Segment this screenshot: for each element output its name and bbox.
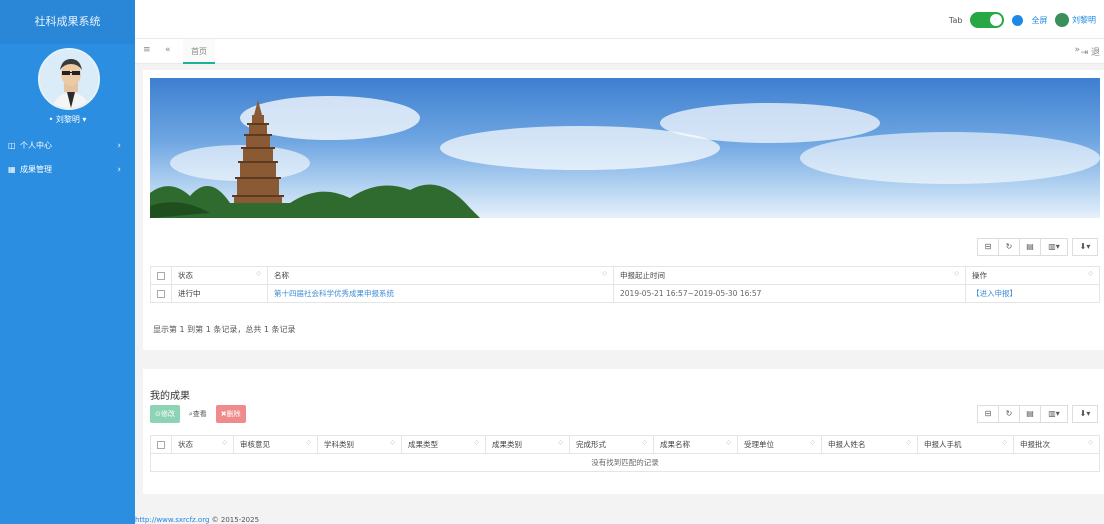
cell-period: 2019-05-21 16:57~2019-05-30 16:57 xyxy=(613,284,966,303)
my-results-table: 状态 ◇ 审核意见 ◇ 学科类别 ◇ 成果类型 ◇ 成果类别 ◇ 完成形式 ◇ 成果名称 ◇ … xyxy=(150,435,1100,472)
theme-dot-icon[interactable] xyxy=(1012,14,1024,26)
apply-table: 状态 ◇ 名称 ◇ 申报起止时间 ◇ 操作 ◇ 进行中 第十四届社会科学优秀成果申报系统… xyxy=(150,266,1100,303)
column-header-period[interactable]: 申报起止时间 ◇ xyxy=(613,266,966,285)
sidebar-item-personal-center[interactable]: ◫ 个人中心 › xyxy=(0,134,135,158)
select-all-checkbox[interactable] xyxy=(150,266,172,285)
toggle-view-icon[interactable]: ⊟ xyxy=(977,405,999,423)
table-row-empty: 没有找到匹配的记录 xyxy=(150,453,1100,472)
column-header-subject[interactable]: 学科类别 ◇ xyxy=(317,435,402,454)
column-header-completion-form[interactable]: 完成形式 ◇ xyxy=(569,435,654,454)
sidebar-menu: ◫ 个人中心 › ▦ 成果管理 › xyxy=(0,134,135,182)
refresh-icon[interactable]: ↻ xyxy=(998,238,1020,256)
export-icon[interactable]: ⬇▾ xyxy=(1072,405,1098,423)
table-header: 状态 ◇ 审核意见 ◇ 学科类别 ◇ 成果类型 ◇ 成果类别 ◇ 完成形式 ◇ 成果名称 ◇ … xyxy=(150,435,1100,454)
apply-panel: ⊟ ↻ ▤ ▥▾ ⬇▾ 状态 ◇ 名称 ◇ 申报起止时间 ◇ 操作 ◇ 进行中 第十四届… xyxy=(143,70,1104,350)
my-results-title: 我的成果 xyxy=(150,391,190,402)
tabs-bar: ≡ « 首页 » ⇥ 退 xyxy=(135,38,1104,64)
columns-icon[interactable]: ▥▾ xyxy=(1040,405,1068,423)
table-header: 状态 ◇ 名称 ◇ 申报起止时间 ◇ 操作 ◇ xyxy=(150,266,1100,285)
tab-scroll-left-icon[interactable]: « xyxy=(165,45,171,55)
table-row: 进行中 第十四届社会科学优秀成果申报系统 2019-05-21 16:57~20… xyxy=(150,284,1100,303)
column-header-applicant-phone[interactable]: 申报人手机 ◇ xyxy=(917,435,1014,454)
avatar[interactable] xyxy=(38,48,100,110)
fullscreen-button[interactable]: 全屏 xyxy=(1031,15,1047,26)
id-card-icon: ◫ xyxy=(8,141,16,150)
card-view-icon[interactable]: ▤ xyxy=(1019,405,1041,423)
tab-home[interactable]: 首页 xyxy=(183,39,215,64)
column-header-review[interactable]: 审核意见 ◇ xyxy=(233,435,318,454)
refresh-icon[interactable]: ↻ xyxy=(998,405,1020,423)
column-header-status[interactable]: 状态 ◇ xyxy=(171,435,234,454)
pagination-info: 显示第 1 到第 1 条记录，总共 1 条记录 xyxy=(153,325,296,334)
empty-message: 没有找到匹配的记录 xyxy=(150,453,1100,472)
columns-icon[interactable]: ▥▾ xyxy=(1040,238,1068,256)
export-icon[interactable]: ⬇▾ xyxy=(1072,238,1098,256)
user-avatar-icon xyxy=(1055,13,1070,27)
footer-copyright: © 2015-2025 xyxy=(211,516,260,524)
row-checkbox[interactable] xyxy=(150,284,172,303)
logout-icon: ⇥ xyxy=(1080,48,1089,58)
column-header-batch[interactable]: 申报批次 ◇ xyxy=(1013,435,1100,454)
footer-link[interactable]: http://www.sxrcfz.org xyxy=(135,516,209,524)
footer: http://www.sxrcfz.org © 2015-2025 xyxy=(135,516,259,524)
toggle-view-icon[interactable]: ⊟ xyxy=(977,238,999,256)
avatar-image xyxy=(40,50,98,108)
logout-label: 退 xyxy=(1090,48,1100,58)
top-bar: Tab 全屏 刘黎明 xyxy=(135,0,1104,38)
column-header-applicant-name[interactable]: 申报人姓名 ◇ xyxy=(821,435,918,454)
enter-apply-link[interactable]: 【进入申报】 xyxy=(965,284,1100,303)
menu-toggle-icon[interactable]: ≡ xyxy=(143,45,151,55)
my-results-actions: ⊙修改 ⌕查看 ✖删除 xyxy=(150,405,246,423)
my-results-toolbar: ⊟ ↻ ▤ ▥▾ ⬇▾ xyxy=(977,405,1098,423)
user-name[interactable]: • 刘黎明 ▾ xyxy=(0,114,135,125)
sidebar-item-results-management[interactable]: ▦ 成果管理 › xyxy=(0,158,135,182)
column-header-status[interactable]: 状态 ◇ xyxy=(171,266,268,285)
column-header-result-category[interactable]: 成果类别 ◇ xyxy=(485,435,570,454)
cell-status: 进行中 xyxy=(171,284,268,303)
user-menu[interactable]: 刘黎明 xyxy=(1055,13,1096,27)
delete-button[interactable]: ✖删除 xyxy=(215,405,246,423)
chevron-right-icon: › xyxy=(117,141,121,151)
sidebar-item-label: 成果管理 xyxy=(20,165,52,174)
tab-toggle-label: Tab xyxy=(948,15,963,25)
apply-table-toolbar: ⊟ ↻ ▤ ▥▾ ⬇▾ xyxy=(977,238,1098,256)
main-content: ⊟ ↻ ▤ ▥▾ ⬇▾ 状态 ◇ 名称 ◇ 申报起止时间 ◇ 操作 ◇ 进行中 第十四届… xyxy=(135,64,1104,516)
chevron-right-icon: › xyxy=(117,165,121,175)
edit-button[interactable]: ⊙修改 xyxy=(150,405,180,423)
cell-name-link[interactable]: 第十四届社会科学优秀成果申报系统 xyxy=(267,284,614,303)
my-results-panel: 我的成果 ⊙修改 ⌕查看 ✖删除 ⊟ ↻ ▤ ▥▾ ⬇▾ 状态 ◇ 审核意见 ◇ 学… xyxy=(143,369,1104,494)
banner-illustration xyxy=(150,96,1100,218)
tab-scroll-right-icon[interactable]: » xyxy=(1074,45,1080,55)
sidebar-item-label: 个人中心 xyxy=(20,141,52,150)
grid-icon: ▦ xyxy=(8,165,16,174)
banner-image xyxy=(150,78,1100,218)
column-header-unit[interactable]: 受理单位 ◇ xyxy=(737,435,822,454)
column-header-name[interactable]: 名称 ◇ xyxy=(267,266,614,285)
column-header-action[interactable]: 操作 ◇ xyxy=(965,266,1100,285)
column-header-result-name[interactable]: 成果名称 ◇ xyxy=(653,435,738,454)
card-view-icon[interactable]: ▤ xyxy=(1019,238,1041,256)
app-title: 社科成果系统 xyxy=(0,0,135,44)
user-menu-label: 刘黎明 xyxy=(1072,15,1096,25)
sidebar: 社科成果系统 • 刘黎明 ▾ ◫ 个人中心 › ▦ 成果管理 › xyxy=(0,0,135,524)
logout-button[interactable]: ⇥ 退 xyxy=(1081,45,1100,58)
select-all-checkbox[interactable] xyxy=(150,435,172,454)
view-button[interactable]: ⌕查看 xyxy=(183,405,212,423)
column-header-result-type[interactable]: 成果类型 ◇ xyxy=(401,435,486,454)
tab-toggle-switch[interactable] xyxy=(970,12,1005,28)
